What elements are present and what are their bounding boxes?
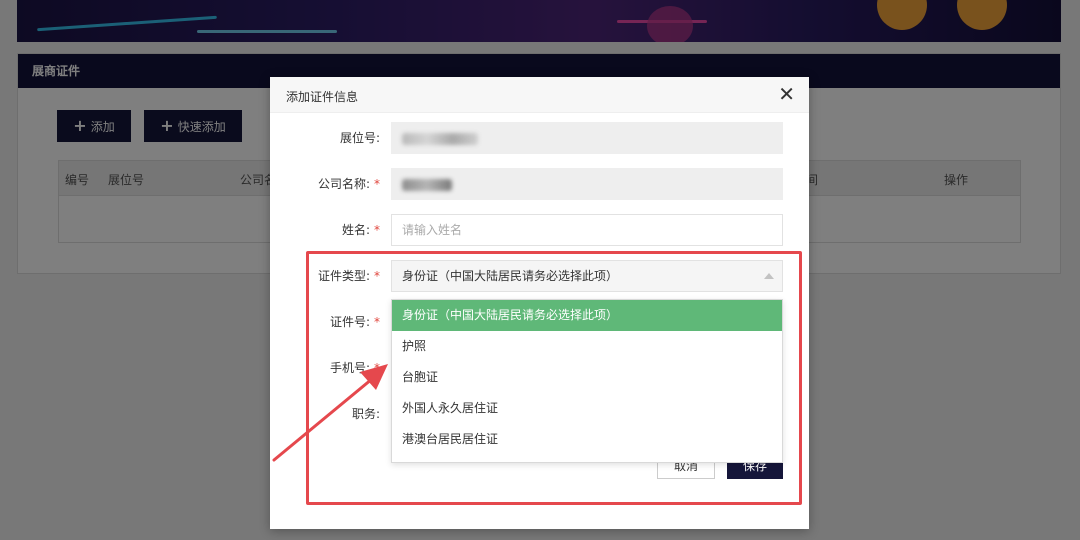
dialog-header: 添加证件信息 ✕ [270,77,809,113]
dropdown-option[interactable]: 港澳台居民居住证 [392,424,782,455]
id-type-dropdown: 身份证（中国大陆居民请务必选择此项） 护照 台胞证 外国人永久居住证 港澳台居民… [391,299,783,463]
phone-label: 手机号: * [329,361,380,375]
name-input[interactable] [402,216,782,244]
name-field [391,214,783,246]
booth-row: 展位号: [270,118,809,158]
company-label: 公司名称: * [317,177,380,191]
booth-label: 展位号: [339,131,380,145]
redacted-value [402,178,452,191]
company-row: 公司名称: * [270,164,809,204]
dropdown-option[interactable]: 身份证（中国大陆居民请务必选择此项） [392,300,782,331]
id-type-select[interactable]: 身份证（中国大陆居民请务必选择此项） [391,260,783,292]
id-type-row: 证件类型: * 身份证（中国大陆居民请务必选择此项） [270,256,809,296]
add-credential-dialog: 添加证件信息 ✕ 展位号: 公司名称:* 姓名:* 证件类型:* 身份证（中国大… [270,77,809,529]
booth-field [391,122,783,154]
redacted-value [402,132,478,145]
name-row: 姓名: * [270,210,809,250]
dropdown-option[interactable]: 外国人永久居住证 [392,393,782,424]
close-icon[interactable]: ✕ [778,84,795,104]
dropdown-option[interactable]: 台胞证 [392,362,782,393]
position-label: 职务: [351,407,380,421]
id-number-label: 证件号: * [329,315,380,329]
company-field [391,168,783,200]
dialog-title: 添加证件信息 [286,90,359,104]
caret-up-icon [764,273,774,279]
dropdown-option[interactable]: 护照 [392,331,782,362]
id-type-label: 证件类型: * [317,269,380,283]
name-label: 姓名: * [341,223,380,237]
id-type-selected-value: 身份证（中国大陆居民请务必选择此项） [402,269,619,283]
